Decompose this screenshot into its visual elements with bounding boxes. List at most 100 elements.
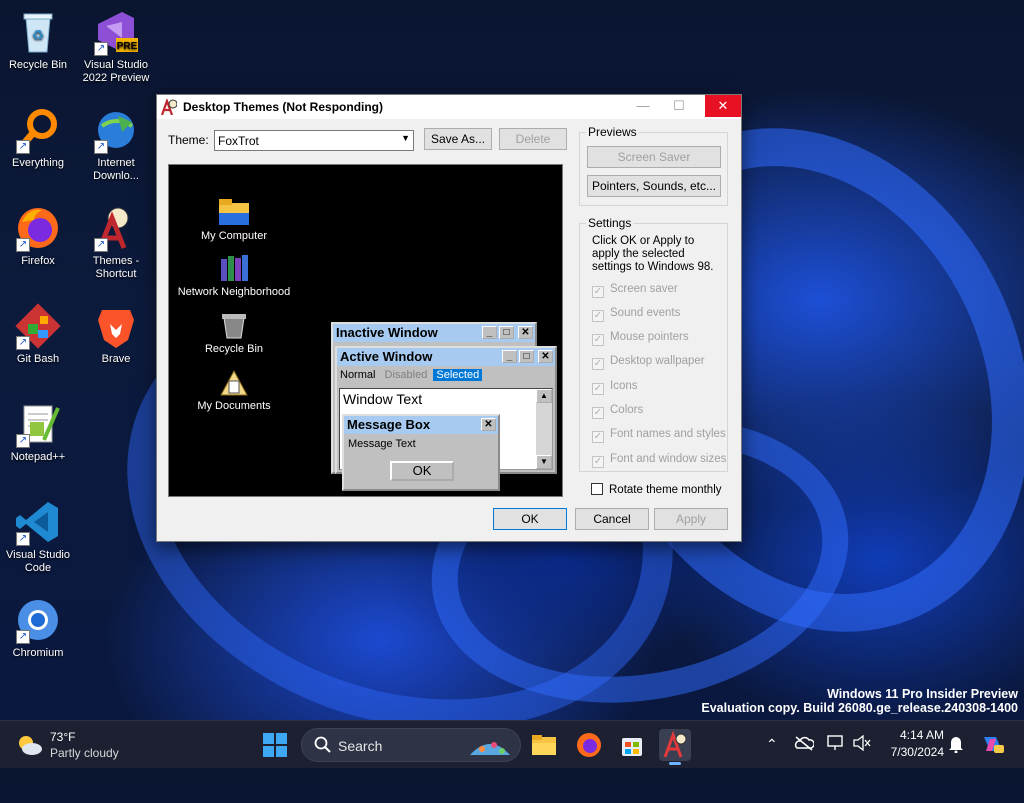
desktop-icon-chromium[interactable]: ↗ Chromium: [0, 596, 76, 660]
chk-font-names[interactable]: ✓ Font names and styles: [592, 428, 726, 443]
settings-group: Settings Click OK or Apply to apply the …: [579, 216, 728, 472]
start-button[interactable]: [262, 732, 288, 758]
settings-note: Click OK or Apply to apply the selected …: [592, 235, 714, 273]
chk-screen-saver[interactable]: ✓ Screen saver: [592, 283, 678, 298]
close-icon: ✕: [538, 350, 553, 363]
clock[interactable]: 4:14 AM 7/30/2024: [880, 727, 944, 761]
desktop-icon-everything[interactable]: ↗ Everything: [0, 106, 76, 170]
svg-text:♻: ♻: [32, 27, 45, 43]
pointers-sounds-button[interactable]: Pointers, Sounds, etc...: [587, 175, 721, 197]
checkbox-checked-icon: ✓: [592, 358, 604, 370]
themes-icon: [663, 730, 687, 758]
everything-search-icon: ↗: [14, 106, 62, 154]
network-icon[interactable]: [827, 735, 845, 754]
preview-message-box: Message Box ✕ Message Text OK: [342, 414, 500, 491]
message-box-caption: Message Box ✕: [344, 416, 498, 434]
chromium-icon: ↗: [14, 596, 62, 644]
chevron-up-icon[interactable]: ⌃: [766, 736, 778, 753]
shortcut-arrow-icon: ↗: [16, 140, 30, 154]
shortcut-arrow-icon: ↗: [94, 238, 108, 252]
onedrive-offline-icon[interactable]: [794, 735, 815, 754]
taskbar-store[interactable]: [616, 729, 648, 761]
maximize-icon: □: [499, 326, 514, 339]
copilot-icon[interactable]: [980, 731, 1006, 760]
taskbar-firefox[interactable]: [573, 729, 605, 761]
preview-network-neighborhood: Network Neighborhood: [169, 253, 299, 298]
trash-can-icon: [217, 310, 251, 340]
partly-cloudy-icon: [16, 733, 42, 757]
recycle-bin-icon: ♻: [14, 8, 62, 56]
taskbar-file-explorer[interactable]: [528, 729, 560, 761]
preview-scrollbar: ▲ ▼: [536, 389, 552, 469]
desktop-icon-brave[interactable]: Brave: [78, 302, 154, 366]
dialog-title: Desktop Themes (Not Responding): [183, 100, 384, 114]
shortcut-arrow-icon: ↗: [16, 434, 30, 448]
checkbox-checked-icon: ✓: [592, 286, 604, 298]
checkbox-checked-icon: ✓: [592, 407, 604, 419]
checkbox-checked-icon: ✓: [592, 431, 604, 443]
desktop-icon-themes-shortcut[interactable]: ↗ Themes - Shortcut: [78, 204, 154, 281]
chk-colors[interactable]: ✓ Colors: [592, 404, 643, 419]
inactive-caption: Inactive Window _ □ ✕: [333, 324, 535, 342]
folder-icon: [532, 735, 556, 755]
chk-mouse-pointers[interactable]: ✓ Mouse pointers: [592, 331, 689, 346]
notification-bell-icon[interactable]: [948, 735, 964, 756]
preview-recycle-bin: Recycle Bin: [169, 310, 299, 355]
ok-button[interactable]: OK: [493, 508, 567, 530]
chk-icons[interactable]: ✓ Icons: [592, 380, 638, 395]
themes-app-icon: [160, 97, 178, 116]
save-as-button[interactable]: Save As...: [424, 128, 492, 150]
delete-button[interactable]: Delete: [499, 128, 567, 150]
shortcut-arrow-icon: ↗: [94, 42, 108, 56]
desktop-icon-recycle-bin[interactable]: ♻ Recycle Bin: [0, 8, 76, 72]
documents-icon: [217, 367, 251, 397]
desktop-icon-visual-studio[interactable]: PRE ↗ Visual Studio 2022 Preview: [78, 8, 154, 85]
close-button[interactable]: ✕: [705, 95, 741, 117]
minimize-button[interactable]: —: [625, 95, 661, 117]
firefox-icon: [577, 733, 601, 757]
search-icon: [314, 736, 332, 757]
internet-download-manager-icon: ↗: [92, 106, 140, 154]
notepadpp-icon: ↗: [14, 400, 62, 448]
rotate-theme-checkbox[interactable]: Rotate theme monthly: [591, 483, 722, 496]
weather-widget[interactable]: 73°F Partly cloudy: [14, 729, 134, 761]
checkbox-checked-icon: ✓: [592, 310, 604, 322]
checkbox-checked-icon: ✓: [592, 456, 604, 468]
active-caption: Active Window _ □ ✕: [337, 348, 555, 366]
maximize-button[interactable]: ☐: [661, 95, 697, 117]
desktop-icon-vscode[interactable]: ↗ Visual Studio Code: [0, 498, 76, 575]
title-bar[interactable]: Desktop Themes (Not Responding) — ☐ ✕: [157, 95, 741, 119]
visual-studio-icon: PRE ↗: [92, 8, 140, 56]
shortcut-arrow-icon: ↗: [16, 336, 30, 350]
chevron-down-icon: ▼: [401, 133, 410, 143]
shortcut-arrow-icon: ↗: [16, 630, 30, 644]
checkbox-unchecked-icon: [591, 483, 603, 495]
shortcut-arrow-icon: ↗: [16, 238, 30, 252]
screen-saver-button[interactable]: Screen Saver: [587, 146, 721, 168]
desktop-icon-git-bash[interactable]: ↗ Git Bash: [0, 302, 76, 366]
taskbar-search[interactable]: Search: [301, 728, 521, 762]
apply-button[interactable]: Apply: [654, 508, 728, 530]
close-icon: ✕: [481, 418, 496, 431]
preview-menu-bar: Normal Disabled Selected: [337, 366, 555, 384]
taskbar-desktop-themes[interactable]: [659, 729, 691, 765]
windows-logo-icon: [263, 733, 287, 757]
desktop-icon-notepadpp[interactable]: ↗ Notepad++: [0, 400, 76, 464]
theme-select[interactable]: FoxTrot ▼: [214, 130, 414, 151]
desktop-icon-internet-download-manager[interactable]: ↗ Internet Downlo...: [78, 106, 154, 183]
checkbox-checked-icon: ✓: [592, 383, 604, 395]
chk-font-sizes[interactable]: ✓ Font and window sizes: [592, 453, 726, 468]
close-icon: ✕: [518, 326, 533, 339]
windows-watermark: Windows 11 Pro Insider Preview Evaluatio…: [701, 687, 1018, 715]
speaker-muted-icon[interactable]: [853, 734, 871, 754]
preview-my-computer: My Computer: [169, 197, 299, 242]
cancel-button[interactable]: Cancel: [575, 508, 649, 530]
desktop-icon-firefox[interactable]: ↗ Firefox: [0, 204, 76, 268]
themes-icon: ↗: [92, 204, 140, 252]
shortcut-arrow-icon: ↗: [16, 532, 30, 546]
git-bash-icon: ↗: [14, 302, 62, 350]
desktop-themes-dialog: Desktop Themes (Not Responding) — ☐ ✕ Th…: [156, 94, 742, 542]
chk-sound-events[interactable]: ✓ Sound events: [592, 307, 680, 322]
chk-desktop-wallpaper[interactable]: ✓ Desktop wallpaper: [592, 355, 705, 370]
shortcut-arrow-icon: ↗: [94, 140, 108, 154]
